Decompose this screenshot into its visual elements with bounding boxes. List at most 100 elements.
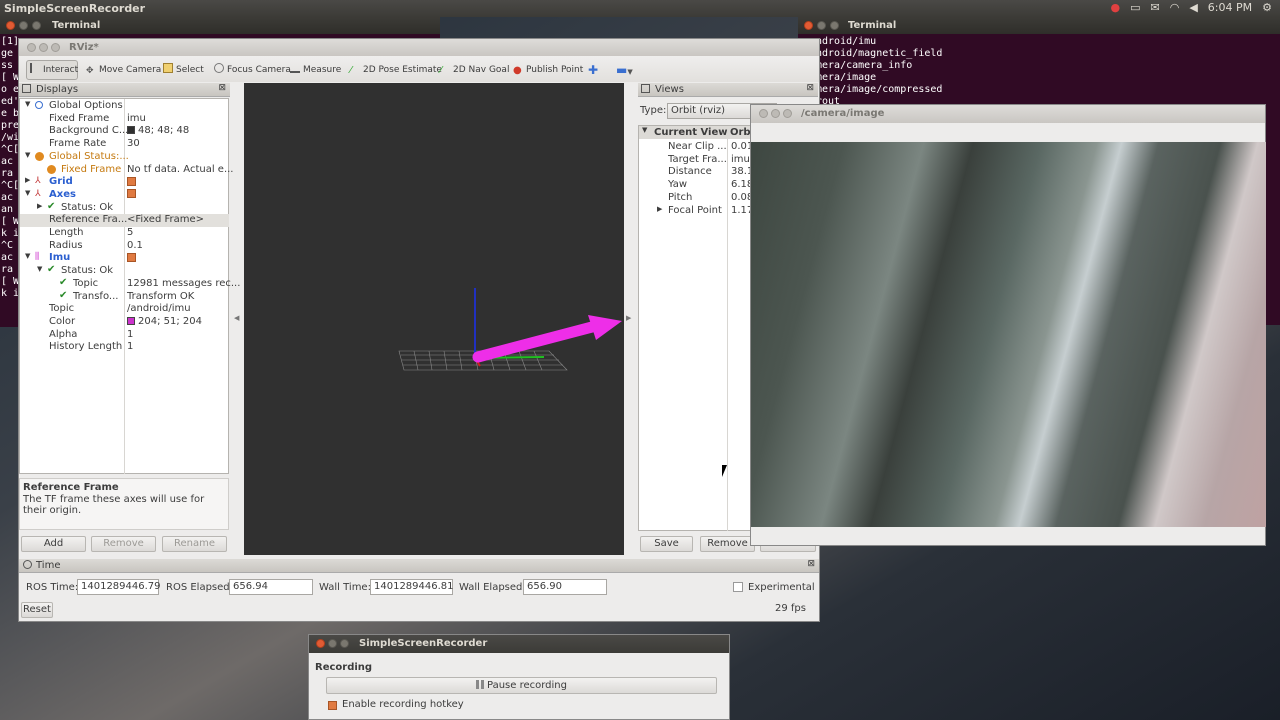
close-panel-icon[interactable]: ⊠	[218, 83, 226, 93]
terminal-line: mera/image	[816, 72, 877, 83]
clock[interactable]: 6:04 PM	[1208, 1, 1252, 14]
rename-display-button[interactable]: Rename	[162, 536, 227, 552]
maximize-icon[interactable]	[783, 109, 792, 118]
hotkey-checkbox[interactable]	[328, 701, 337, 710]
display-row[interactable]: Reference Fra... <Fixed Frame>	[20, 214, 229, 228]
displays-title: Displays	[36, 84, 79, 95]
display-row[interactable]: Fixed Frame imu	[20, 113, 229, 126]
settings-gear-icon[interactable]: ⚙	[1262, 1, 1272, 14]
close-panel-icon[interactable]: ⊠	[806, 83, 814, 93]
display-row[interactable]: Fixed Frame No tf data. Actual e...	[20, 164, 233, 177]
display-row[interactable]: ✔ Topic 12981 messages rec...	[20, 277, 240, 291]
color-swatch[interactable]	[127, 316, 135, 325]
remove-view-button[interactable]: Remove	[700, 536, 755, 552]
display-row[interactable]: ✔ Transfo... Transform OK	[20, 290, 229, 304]
wifi-icon[interactable]: ◠	[1170, 1, 1180, 14]
expand-icon[interactable]: ▼	[25, 189, 30, 197]
display-row[interactable]: Background C... 48; 48; 48	[20, 125, 229, 138]
expand-icon[interactable]: ▶	[37, 202, 42, 210]
pose-estimate-tool[interactable]: ⁄ 2D Pose Estimate	[350, 63, 442, 77]
recorder-tray-icon[interactable]: ●	[1110, 1, 1120, 14]
display-row[interactable]: ▶ ⅄ Grid	[20, 176, 229, 189]
minimize-icon[interactable]	[19, 21, 28, 30]
terminal-right-titlebar[interactable]: Terminal	[798, 17, 1280, 34]
save-view-button[interactable]: Save	[640, 536, 693, 552]
display-row[interactable]: ▶ ✔ Status: Ok	[20, 201, 229, 215]
terminal-right-output[interactable]: ndroid/imu ndroid/magnetic_field mera/came…	[798, 34, 1280, 108]
enable-checkbox[interactable]	[127, 176, 136, 186]
pose-arrow-icon: ⁄	[350, 65, 352, 76]
recorder-window[interactable]: SimpleScreenRecorder Recording Pause rec…	[308, 634, 730, 720]
display-row-value: 204; 51; 204	[138, 315, 202, 327]
maximize-icon[interactable]	[32, 21, 41, 30]
terminal-left-titlebar[interactable]: Terminal	[0, 17, 440, 34]
nav-goal-tool[interactable]: ⁄ 2D Nav Goal	[440, 63, 509, 77]
display-row[interactable]: Radius 0.1	[20, 240, 229, 253]
interact-tool[interactable]: Interact	[30, 63, 78, 77]
displays-tree[interactable]: ▼ Global Options Fixed Frame imu Background …	[19, 98, 240, 474]
expand-icon[interactable]: ▼	[25, 252, 30, 260]
view-property-label: Distance	[668, 166, 712, 178]
wall-time-field[interactable]: 1401289446.81	[370, 579, 454, 595]
display-row-label: History Length	[49, 341, 123, 353]
camera-titlebar[interactable]: /camera/image	[751, 105, 1265, 123]
expand-icon[interactable]: ▶	[657, 205, 662, 213]
close-icon[interactable]	[804, 21, 813, 30]
mail-icon[interactable]: ✉	[1151, 1, 1160, 14]
remove-tool-icon[interactable]: ▬▼	[616, 63, 633, 77]
maximize-icon[interactable]	[340, 639, 349, 648]
minimize-icon[interactable]	[817, 21, 826, 30]
close-panel-icon[interactable]: ⊠	[807, 559, 815, 569]
expand-icon[interactable]: ▼	[37, 265, 42, 273]
display-row[interactable]: History Length 1	[20, 341, 229, 354]
measure-tool[interactable]: Measure	[290, 63, 341, 77]
display-row[interactable]: Topic/android/imu	[20, 303, 229, 316]
close-icon[interactable]	[6, 21, 15, 30]
pause-recording-button[interactable]: Pause recording	[326, 677, 717, 694]
maximize-icon[interactable]	[830, 21, 839, 30]
display-row[interactable]: Length 5	[20, 227, 229, 240]
maximize-icon[interactable]	[51, 43, 60, 52]
move-camera-tool[interactable]: ✥ Move Camera	[86, 63, 161, 77]
minimize-icon[interactable]	[328, 639, 337, 648]
reset-button[interactable]: Reset	[21, 602, 53, 618]
expand-icon[interactable]: ▼	[25, 151, 30, 159]
expand-icon[interactable]: ▼	[25, 100, 30, 108]
recorder-titlebar[interactable]: SimpleScreenRecorder	[309, 635, 729, 653]
display-row[interactable]: Alpha 1	[20, 329, 229, 342]
expand-icon[interactable]: ▶	[25, 176, 30, 184]
focus-camera-tool[interactable]: Focus Camera	[214, 63, 291, 77]
add-display-button[interactable]: Add	[21, 536, 86, 552]
close-icon[interactable]	[27, 43, 36, 52]
enable-checkbox[interactable]	[127, 252, 136, 262]
collapse-right-icon[interactable]: ▶	[626, 314, 631, 322]
display-row[interactable]: Frame Rate 30	[20, 138, 229, 151]
wall-elapsed-field[interactable]: 656.90	[523, 579, 607, 595]
volume-icon[interactable]: ◀	[1189, 1, 1197, 14]
render-viewport[interactable]	[244, 83, 624, 555]
remove-display-button[interactable]: Remove	[91, 536, 156, 552]
display-row[interactable]: ▼ Global Options	[20, 100, 229, 113]
minimize-icon[interactable]	[771, 109, 780, 118]
ros-elapsed-field[interactable]: 656.94	[229, 579, 313, 595]
ros-time-field[interactable]: 1401289446.79	[77, 579, 161, 595]
rviz-titlebar[interactable]: RViz*	[19, 39, 819, 56]
display-row-value: 1	[127, 341, 134, 353]
collapse-left-icon[interactable]: ◀	[234, 314, 239, 322]
display-row[interactable]: ▼ Global Status:...	[20, 151, 229, 164]
display-row-label: Topic	[73, 277, 99, 289]
add-tool-icon[interactable]: ✚	[588, 63, 598, 77]
display-row[interactable]: Color 204; 51; 204	[20, 316, 229, 329]
enable-checkbox[interactable]	[127, 189, 136, 199]
expand-icon[interactable]: ▼	[642, 126, 647, 134]
display-row[interactable]: ▼ ✔ Status: Ok	[20, 264, 229, 278]
publish-point-tool[interactable]: ● Publish Point	[513, 63, 583, 77]
minimize-icon[interactable]	[39, 43, 48, 52]
select-tool[interactable]: Select	[163, 63, 204, 77]
close-icon[interactable]	[759, 109, 768, 118]
experimental-checkbox[interactable]	[733, 582, 743, 592]
close-icon[interactable]	[316, 639, 325, 648]
battery-icon[interactable]: ▭	[1130, 1, 1140, 14]
color-swatch[interactable]	[127, 126, 135, 135]
camera-image-window[interactable]: /camera/image	[750, 104, 1266, 546]
